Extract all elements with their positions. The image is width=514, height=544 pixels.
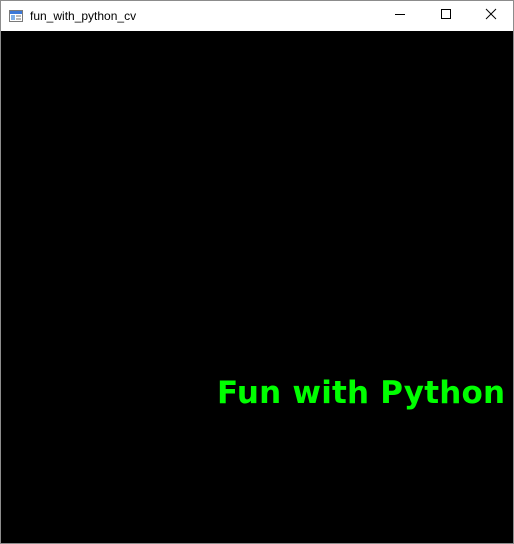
title-bar[interactable]: fun_with_python_cv bbox=[1, 1, 513, 31]
canvas-overlay-text: Fun with Python - bbox=[217, 375, 513, 411]
minimize-icon bbox=[394, 7, 406, 25]
opencv-window: fun_with_python_cv Fun with Python - bbox=[0, 0, 514, 544]
close-button[interactable] bbox=[468, 1, 513, 31]
window-title: fun_with_python_cv bbox=[30, 9, 137, 23]
maximize-icon bbox=[440, 7, 452, 25]
maximize-button[interactable] bbox=[423, 1, 469, 31]
image-canvas[interactable]: Fun with Python - bbox=[1, 31, 513, 543]
close-icon bbox=[485, 7, 497, 25]
window-app-icon bbox=[8, 8, 24, 24]
minimize-button[interactable] bbox=[377, 1, 423, 31]
